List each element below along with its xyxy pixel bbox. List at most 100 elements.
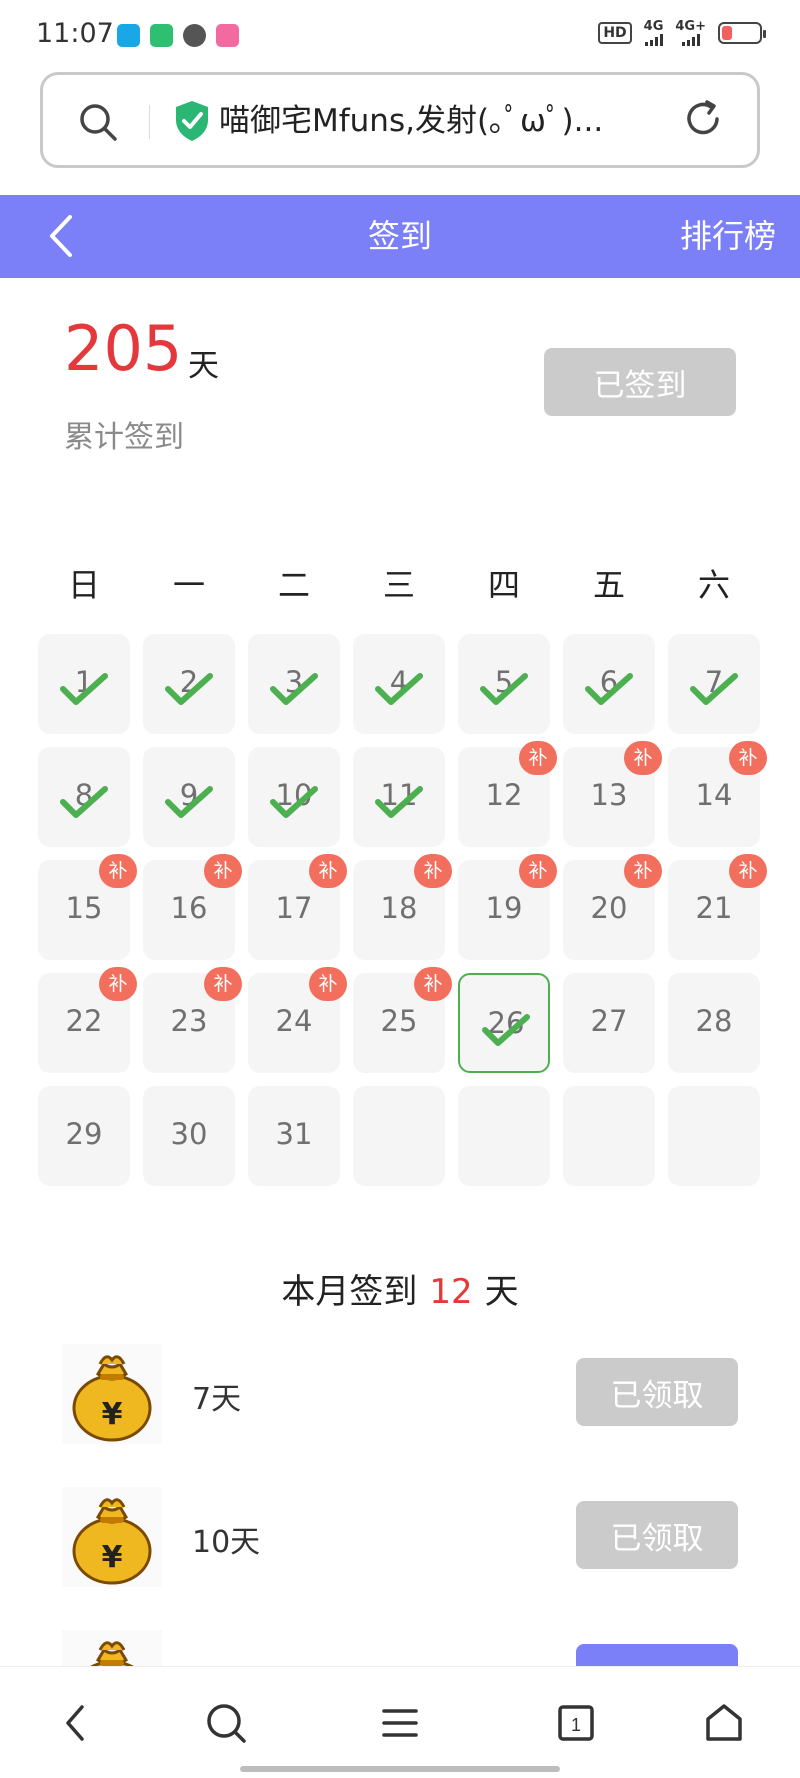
menu-icon[interactable] [380,1701,420,1749]
calendar-day[interactable]: 22 补 [38,967,137,1073]
sim2-network: 4G+ [675,19,706,34]
calendar-empty-cell [563,1086,655,1186]
money-bag-icon: ¥ [62,1344,162,1444]
bilibili-app-icon [216,24,239,47]
check-icon [270,785,318,825]
calendar-empty-cell [353,1086,445,1186]
reward-label: 7天 [192,1382,242,1417]
makeup-badge[interactable]: 补 [309,967,347,1001]
makeup-badge[interactable]: 补 [204,967,242,1001]
makeup-badge[interactable]: 补 [519,854,557,888]
reward-row: ¥10天 已领取 [62,1487,738,1587]
shield-check-icon [173,99,211,147]
makeup-badge[interactable]: 补 [729,854,767,888]
calendar-day: 7 [668,634,760,734]
weekday-label: 一 [172,566,205,604]
calendar-day: 30 [143,1086,235,1186]
day-number: 15 [65,891,103,925]
makeup-badge[interactable]: 补 [414,967,452,1001]
day-number: 16 [170,891,208,925]
leaderboard-link[interactable]: 排行榜 [680,213,776,259]
makeup-badge[interactable]: 补 [624,854,662,888]
total-days-unit: 天 [188,348,219,384]
makeup-badge[interactable]: 补 [729,741,767,775]
home-indicator[interactable] [240,1766,560,1772]
month-signin-summary: 本月签到 12 天 [0,1264,800,1313]
search-icon[interactable] [77,101,119,147]
day-number: 21 [695,891,733,925]
makeup-badge[interactable]: 补 [204,854,242,888]
calendar-day[interactable]: 25 补 [353,967,452,1073]
hd-icon: HD [598,22,632,44]
fan-app-icon [183,24,206,47]
makeup-badge[interactable]: 补 [414,854,452,888]
tabs-icon[interactable]: 1 [556,1701,596,1749]
day-number: 14 [695,778,733,812]
battery-icon [718,22,766,44]
address-bar[interactable]: 喵御宅Mfuns,发射(｡ﾟωﾟ)... [40,72,760,168]
total-signin-label: 累计签到 [64,420,184,455]
calendar-day[interactable]: 17 补 [248,854,347,960]
status-right: HD 4G 4G+ [598,20,766,46]
calendar-empty-cell [458,1086,550,1186]
search-icon[interactable] [204,1701,248,1749]
weekday-label: 二 [277,566,310,604]
makeup-badge[interactable]: 补 [99,967,137,1001]
calendar-day: 6 [563,634,655,734]
home-icon[interactable] [704,1701,744,1749]
calendar-day[interactable]: 12 补 [458,741,557,847]
reward-row: ¥7天 已领取 [62,1344,738,1444]
check-icon [585,672,633,712]
calendar-day[interactable]: 21 补 [668,854,767,960]
calendar-day[interactable]: 18 补 [353,854,452,960]
signal-icon: 4G [644,20,663,46]
weekday-label: 日 [67,566,100,604]
day-number: 19 [485,891,523,925]
money-bag-icon: ¥ [62,1487,162,1587]
weekday-header: 日一二三四五六 [38,560,762,608]
back-icon[interactable] [60,1701,90,1749]
reward-claim-button[interactable]: 已领取 [576,1501,738,1569]
calendar-day[interactable]: 24 补 [248,967,347,1073]
makeup-badge[interactable]: 补 [309,854,347,888]
reward-claim-button[interactable]: 已领取 [576,1358,738,1426]
calendar-empty-cell [668,1086,760,1186]
check-icon [165,672,213,712]
check-icon [375,672,423,712]
signal-icon-2: 4G+ [675,20,706,46]
weekday-label: 六 [697,566,730,604]
status-bar: 11:07 HD 4G 4G+ [0,0,800,72]
video-app-icon [150,24,173,47]
calendar-day[interactable]: 13 补 [563,741,662,847]
weekday-label: 五 [592,566,625,604]
calendar-day[interactable]: 20 补 [563,854,662,960]
svg-text:¥: ¥ [102,1397,123,1432]
calendar-day[interactable]: 16 补 [143,854,242,960]
calendar-day[interactable]: 23 补 [143,967,242,1073]
day-number: 27 [590,1004,628,1038]
calendar-day: 9 [143,747,235,847]
notification-icons [117,24,239,47]
page-url-title[interactable]: 喵御宅Mfuns,发射(｡ﾟωﾟ)... [219,97,671,145]
makeup-badge[interactable]: 补 [624,741,662,775]
check-icon [480,672,528,712]
day-number: 28 [695,1004,733,1038]
calendar-day: 29 [38,1086,130,1186]
day-number: 20 [590,891,628,925]
total-signin-days: 205 [64,312,183,385]
day-number: 18 [380,891,418,925]
calendar-day[interactable]: 14 补 [668,741,767,847]
calendar-day: 31 [248,1086,340,1186]
check-icon [60,672,108,712]
day-number: 31 [275,1117,313,1151]
makeup-badge[interactable]: 补 [519,741,557,775]
refresh-icon[interactable] [681,97,725,145]
check-icon [375,785,423,825]
signed-button[interactable]: 已签到 [544,348,736,416]
day-number: 12 [485,778,523,812]
header-bar: 签到 排行榜 [0,195,800,278]
makeup-badge[interactable]: 补 [99,854,137,888]
calendar-day[interactable]: 19 补 [458,854,557,960]
calendar-day[interactable]: 15 补 [38,854,137,960]
calendar-day[interactable]: 26 [458,973,550,1073]
